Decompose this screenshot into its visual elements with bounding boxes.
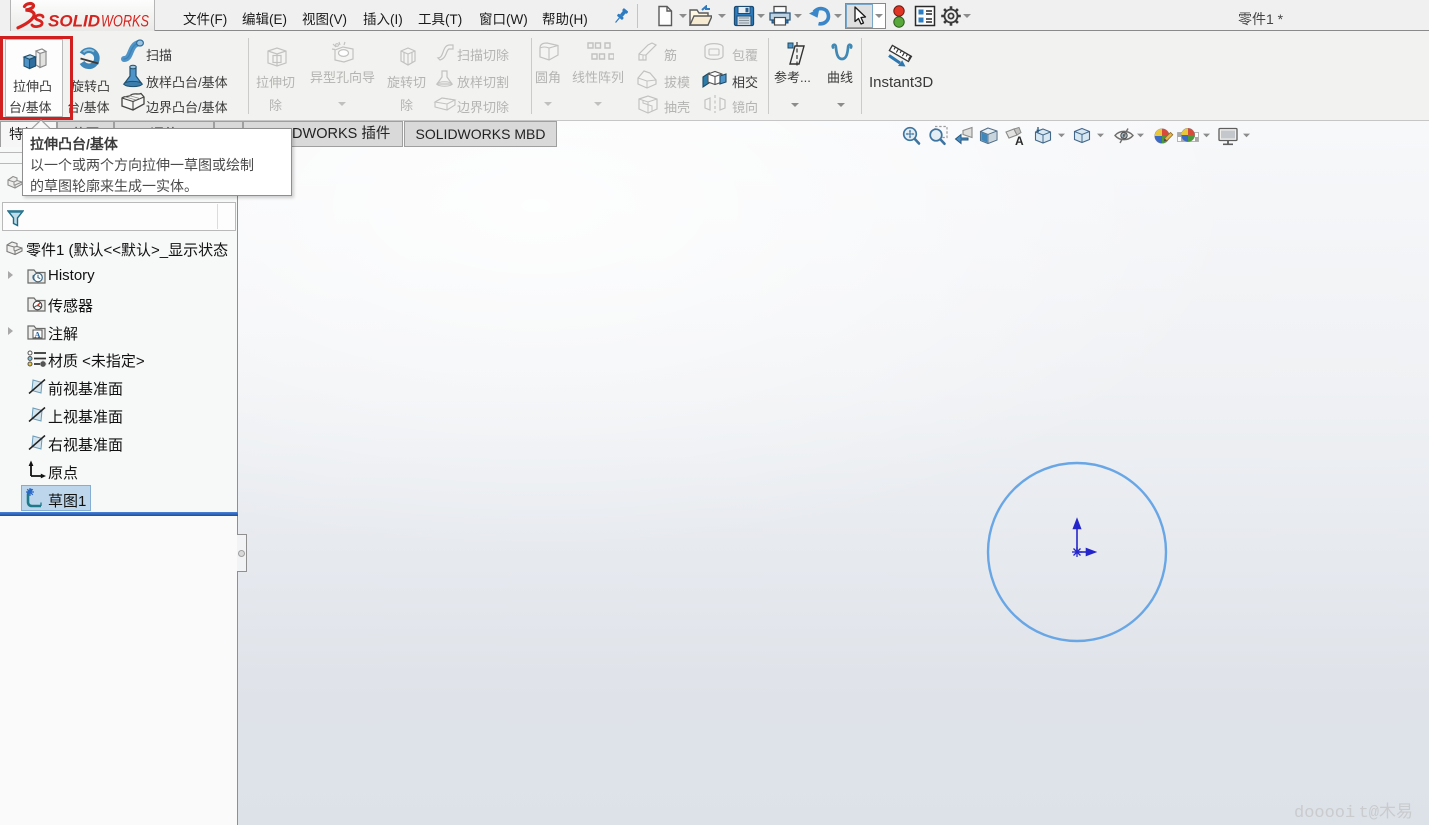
svg-text:SOLID: SOLID — [48, 12, 100, 31]
svg-text:A: A — [1015, 134, 1024, 148]
svg-text:WORKS: WORKS — [101, 12, 149, 31]
svg-text:A: A — [34, 329, 41, 339]
